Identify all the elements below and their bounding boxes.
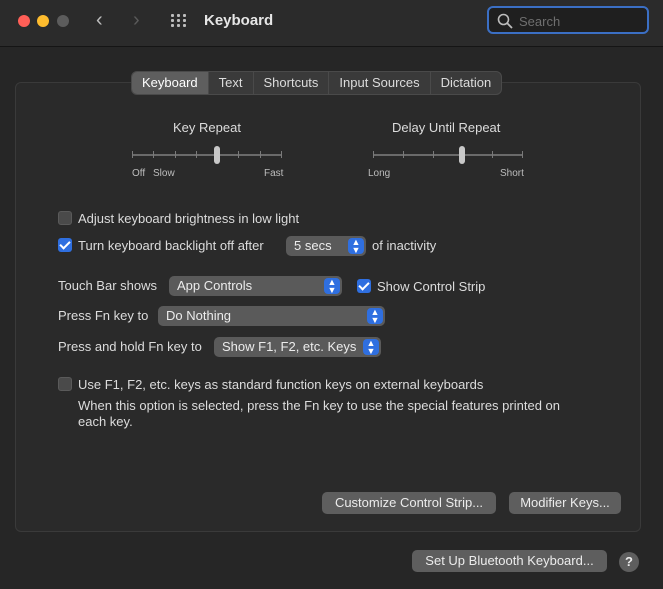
popup-arrows-icon: ▲ ▼	[363, 339, 379, 356]
search-icon	[497, 13, 513, 29]
function-keys-label: Use F1, F2, etc. keys as standard functi…	[78, 377, 484, 392]
key-repeat-slider[interactable]	[132, 146, 282, 167]
fn-hold-popup[interactable]: Show F1, F2, etc. Keys ▲ ▼	[214, 337, 381, 357]
delay-until-repeat-tick	[492, 151, 493, 158]
function-keys-help-line2: each key.	[78, 414, 133, 429]
key-repeat-label: Key Repeat	[173, 120, 241, 135]
touch-bar-label: Touch Bar shows	[58, 278, 157, 293]
forward-chevron-icon[interactable]: ›	[133, 9, 140, 31]
key-repeat-tick	[196, 151, 197, 158]
popup-arrows-icon: ▲ ▼	[348, 238, 364, 255]
search-field[interactable]	[487, 6, 649, 34]
delay-until-repeat-track	[373, 154, 523, 156]
delay-until-repeat-tick	[433, 151, 434, 158]
zoom-window-button[interactable]	[57, 15, 69, 27]
window-title: Keyboard	[204, 12, 274, 29]
fn-key-popup[interactable]: Do Nothing ▲ ▼	[158, 306, 385, 326]
tab-bar: Keyboard Text Shortcuts Input Sources Di…	[131, 71, 503, 95]
delay-long-label: Long	[368, 168, 391, 179]
fn-key-value: Do Nothing	[166, 308, 232, 323]
backlight-off-label: Turn keyboard backlight off after	[78, 238, 264, 253]
inactivity-label: of inactivity	[372, 238, 437, 253]
key-repeat-tick	[238, 151, 239, 158]
key-repeat-off-label: Off	[132, 168, 146, 179]
function-keys-checkbox[interactable]	[58, 377, 72, 391]
delay-short-label: Short	[500, 168, 524, 179]
key-repeat-tick	[175, 151, 176, 158]
key-repeat-tick	[132, 151, 133, 158]
delay-until-repeat-slider[interactable]	[373, 146, 523, 167]
delay-until-repeat-label: Delay Until Repeat	[392, 120, 501, 135]
back-chevron-icon[interactable]: ‹	[96, 9, 103, 31]
backlight-timeout-value: 5 secs	[294, 238, 332, 253]
tab-text[interactable]: Text	[209, 72, 254, 94]
popup-arrows-icon: ▲ ▼	[367, 308, 383, 325]
brightness-label: Adjust keyboard brightness in low light	[78, 211, 300, 226]
tab-keyboard[interactable]: Keyboard	[132, 72, 209, 94]
customize-control-strip-button[interactable]: Customize Control Strip...	[322, 492, 496, 514]
popup-arrows-icon: ▲ ▼	[324, 278, 340, 295]
search-input[interactable]	[517, 11, 641, 31]
tab-dictation[interactable]: Dictation	[431, 72, 502, 94]
delay-until-repeat-tick	[403, 151, 404, 158]
key-repeat-fast-label: Fast	[264, 168, 284, 179]
set-up-bluetooth-keyboard-button[interactable]: Set Up Bluetooth Keyboard...	[412, 550, 607, 572]
help-button[interactable]: ?	[619, 552, 639, 572]
function-keys-help-line1: When this option is selected, press the …	[78, 398, 560, 413]
touch-bar-value: App Controls	[177, 278, 253, 293]
close-window-button[interactable]	[18, 15, 30, 27]
delay-until-repeat-tick	[522, 151, 523, 158]
show-control-strip-checkbox[interactable]	[357, 279, 371, 293]
fn-key-label: Press Fn key to	[58, 308, 149, 323]
fn-hold-value: Show F1, F2, etc. Keys	[222, 339, 357, 354]
touch-bar-popup[interactable]: App Controls ▲ ▼	[169, 276, 342, 296]
key-repeat-tick	[281, 151, 282, 158]
delay-until-repeat-knob[interactable]	[459, 146, 465, 164]
key-repeat-knob[interactable]	[214, 146, 220, 164]
show-all-grid-icon[interactable]	[171, 14, 188, 28]
key-repeat-tick	[260, 151, 261, 158]
keyboard-preferences-window: ‹ › Keyboard Keyboard Text Shortcuts Inp…	[0, 0, 663, 589]
delay-until-repeat-tick	[373, 151, 374, 158]
tab-input-sources[interactable]: Input Sources	[329, 72, 431, 94]
backlight-off-checkbox[interactable]	[58, 238, 72, 252]
minimize-window-button[interactable]	[37, 15, 49, 27]
tab-shortcuts[interactable]: Shortcuts	[254, 72, 330, 94]
modifier-keys-button[interactable]: Modifier Keys...	[509, 492, 621, 514]
show-control-strip-label: Show Control Strip	[377, 279, 486, 294]
fn-hold-label: Press and hold Fn key to	[58, 339, 202, 354]
title-bar: ‹ › Keyboard	[0, 0, 663, 47]
key-repeat-slow-label: Slow	[153, 168, 175, 179]
brightness-checkbox[interactable]	[58, 211, 72, 225]
key-repeat-tick	[153, 151, 154, 158]
backlight-timeout-popup[interactable]: 5 secs ▲ ▼	[286, 236, 366, 256]
